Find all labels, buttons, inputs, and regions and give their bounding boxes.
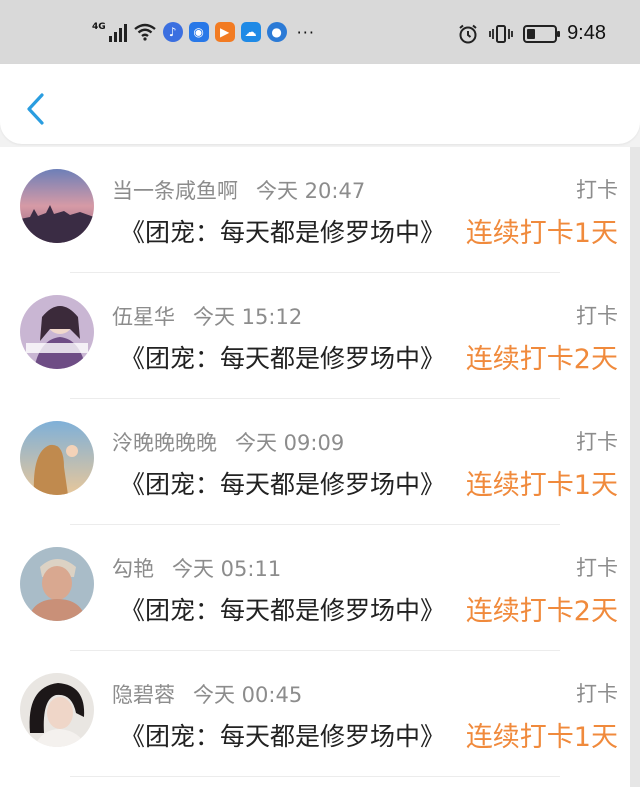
book-title[interactable]: 《团宠：每天都是修罗场中》: [120, 591, 446, 627]
battery-icon: [523, 24, 561, 43]
post-time: 今天 20:47: [256, 179, 366, 203]
cloud-app-icon: ☁: [240, 22, 261, 42]
list-item[interactable]: 当一条咸鱼啊 今天 20:47 打卡 《团宠：每天都是修罗场中》 连续打卡1天: [0, 147, 630, 273]
divider: [70, 776, 560, 777]
streak-label: 连续打卡1天: [465, 722, 618, 753]
bulb-app-icon: ◉: [188, 22, 209, 42]
post-time: 今天 09:09: [235, 431, 345, 455]
activity-type: 打卡: [576, 430, 618, 454]
music-app-icon: ♪: [162, 22, 183, 42]
book-title[interactable]: 《团宠：每天都是修罗场中》: [120, 465, 446, 501]
status-left: 4G ♪ ◉ ▶ ☁ ● ···: [92, 22, 315, 42]
activity-type: 打卡: [576, 304, 618, 328]
globe-app-icon: ●: [266, 22, 287, 42]
post-time: 今天 15:12: [193, 305, 303, 329]
vibrate-icon: [489, 24, 513, 43]
clock: 9:48: [567, 22, 606, 44]
chevron-left-icon[interactable]: [24, 92, 46, 126]
user-line: 伍星华 今天 15:12: [112, 301, 302, 331]
user-name[interactable]: 伍星华: [112, 305, 175, 329]
user-line: 泠晚晚晚晚 今天 09:09: [112, 427, 344, 457]
streak-label: 连续打卡1天: [465, 470, 618, 501]
post-time: 今天 00:45: [193, 683, 303, 707]
scrollbar[interactable]: [630, 147, 640, 787]
user-name[interactable]: 泠晚晚晚晚: [112, 431, 217, 455]
avatar[interactable]: [20, 421, 94, 495]
avatar[interactable]: [20, 673, 94, 747]
alarm-icon: [459, 24, 477, 43]
book-title[interactable]: 《团宠：每天都是修罗场中》: [120, 213, 446, 249]
user-name[interactable]: 当一条咸鱼啊: [112, 179, 238, 203]
book-title[interactable]: 《团宠：每天都是修罗场中》: [120, 717, 446, 753]
user-line: 勾艳 今天 05:11: [112, 553, 281, 583]
streak-label: 连续打卡2天: [465, 596, 618, 627]
post-time: 今天 05:11: [172, 557, 282, 581]
user-name[interactable]: 隐碧蓉: [112, 683, 175, 707]
activity-type: 打卡: [576, 178, 618, 202]
activity-type: 打卡: [576, 556, 618, 580]
avatar[interactable]: [20, 547, 94, 621]
streak-label: 连续打卡1天: [465, 218, 618, 249]
network-type: 4G: [92, 22, 106, 32]
checkin-list: 当一条咸鱼啊 今天 20:47 打卡 《团宠：每天都是修罗场中》 连续打卡1天 伍…: [0, 147, 630, 787]
avatar[interactable]: [20, 169, 94, 243]
streak-label: 连续打卡2天: [465, 344, 618, 375]
more-notifications-icon: ···: [296, 22, 315, 42]
book-title[interactable]: 《团宠：每天都是修罗场中》: [120, 339, 446, 375]
wifi-icon: [133, 23, 156, 41]
status-bar: 4G ♪ ◉ ▶ ☁ ● ··· 9:48: [0, 0, 640, 64]
avatar[interactable]: [20, 295, 94, 369]
status-right: 9:48: [457, 22, 606, 45]
list-item[interactable]: 泠晚晚晚晚 今天 09:09 打卡 《团宠：每天都是修罗场中》 连续打卡1天: [0, 399, 630, 525]
user-name[interactable]: 勾艳: [112, 557, 154, 581]
list-item[interactable]: 隐碧蓉 今天 00:45 打卡 《团宠：每天都是修罗场中》 连续打卡1天: [0, 651, 630, 777]
cell-signal-icon: 4G: [92, 22, 127, 42]
list-item[interactable]: 勾艳 今天 05:11 打卡 《团宠：每天都是修罗场中》 连续打卡2天: [0, 525, 630, 651]
activity-type: 打卡: [576, 682, 618, 706]
user-line: 隐碧蓉 今天 00:45: [112, 679, 302, 709]
list-item[interactable]: 伍星华 今天 15:12 打卡 《团宠：每天都是修罗场中》 连续打卡2天: [0, 273, 630, 399]
video-app-icon: ▶: [214, 22, 235, 42]
user-line: 当一条咸鱼啊 今天 20:47: [112, 175, 365, 205]
nav-bar: [0, 64, 640, 144]
